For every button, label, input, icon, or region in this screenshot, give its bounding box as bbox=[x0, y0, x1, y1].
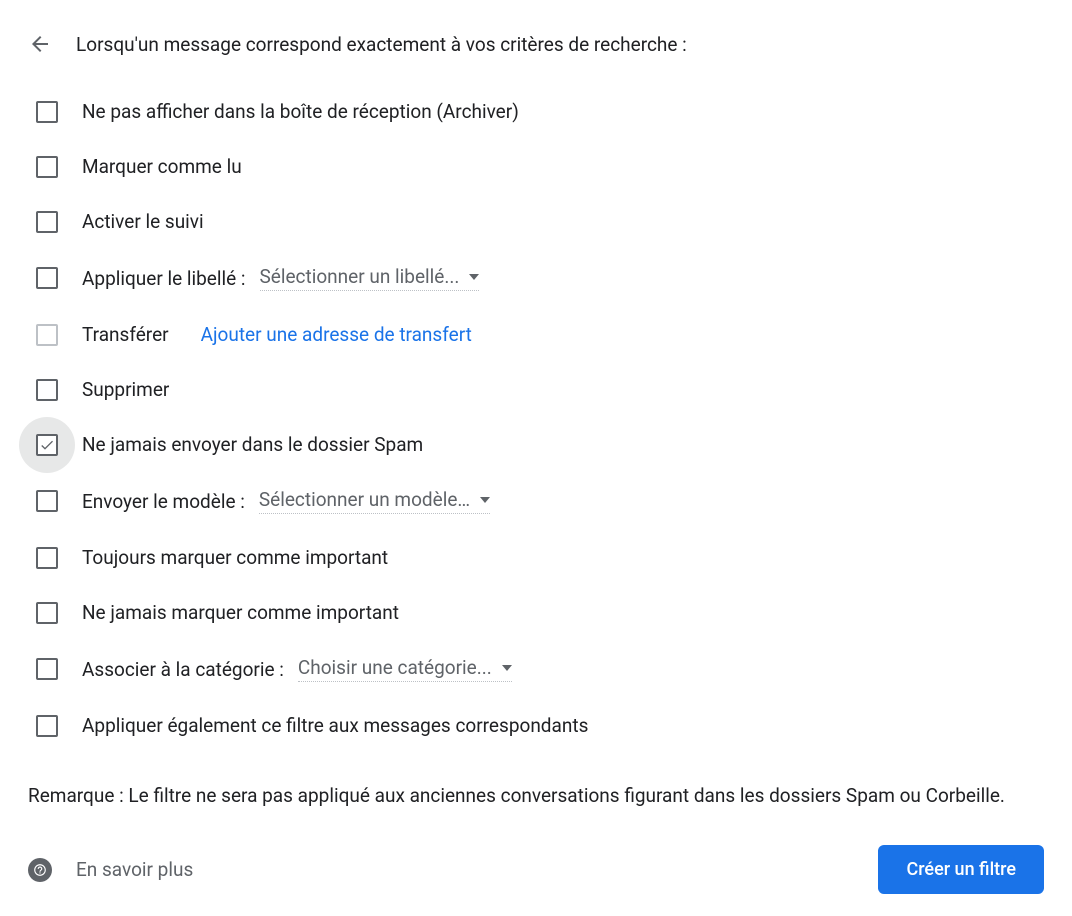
checkbox-categorize[interactable] bbox=[36, 658, 58, 680]
filter-note: Remarque : Le filtre ne sera pas appliqu… bbox=[28, 781, 1044, 811]
checkbox-never-important[interactable] bbox=[36, 602, 58, 624]
dropdown-send-template[interactable]: Sélectionner un modèle… bbox=[259, 488, 490, 514]
option-delete: Supprimer bbox=[36, 378, 1044, 401]
help-icon[interactable] bbox=[28, 858, 52, 882]
dropdown-send-template-text: Sélectionner un modèle… bbox=[259, 488, 470, 511]
dropdown-categorize-text: Choisir une catégorie... bbox=[298, 656, 492, 679]
option-archive: Ne pas afficher dans la boîte de récepti… bbox=[36, 100, 1044, 123]
checkbox-apply-matching[interactable] bbox=[36, 715, 58, 737]
check-icon bbox=[39, 437, 55, 453]
label-apply-label: Appliquer le libellé : bbox=[82, 267, 246, 290]
label-forward: Transférer bbox=[82, 323, 169, 346]
checkbox-archive[interactable] bbox=[36, 101, 58, 123]
checkbox-never-spam[interactable] bbox=[36, 434, 58, 456]
create-filter-button[interactable]: Créer un filtre bbox=[878, 845, 1044, 894]
option-star: Activer le suivi bbox=[36, 210, 1044, 233]
label-star: Activer le suivi bbox=[82, 210, 204, 233]
option-categorize: Associer à la catégorie : Choisir une ca… bbox=[36, 656, 1044, 682]
label-apply-matching: Appliquer également ce filtre aux messag… bbox=[82, 714, 588, 737]
option-send-template: Envoyer le modèle : Sélectionner un modè… bbox=[36, 488, 1044, 514]
label-send-template: Envoyer le modèle : bbox=[82, 490, 245, 513]
dialog-footer: En savoir plus Créer un filtre bbox=[28, 845, 1044, 894]
option-never-spam: Ne jamais envoyer dans le dossier Spam bbox=[36, 433, 1044, 456]
checkbox-mark-read[interactable] bbox=[36, 156, 58, 178]
label-mark-read: Marquer comme lu bbox=[82, 155, 242, 178]
option-mark-read: Marquer comme lu bbox=[36, 155, 1044, 178]
dropdown-apply-label-text: Sélectionner un libellé... bbox=[260, 265, 460, 288]
option-always-important: Toujours marquer comme important bbox=[36, 546, 1044, 569]
dialog-title: Lorsqu'un message correspond exactement … bbox=[76, 33, 687, 56]
question-mark-icon bbox=[33, 863, 47, 877]
learn-more-link[interactable]: En savoir plus bbox=[76, 858, 193, 881]
link-add-forward-address[interactable]: Ajouter une adresse de transfert bbox=[201, 323, 472, 346]
checkbox-apply-label[interactable] bbox=[36, 267, 58, 289]
label-never-spam: Ne jamais envoyer dans le dossier Spam bbox=[82, 433, 423, 456]
dropdown-arrow-icon bbox=[502, 665, 512, 671]
back-arrow-icon[interactable] bbox=[28, 32, 52, 56]
checkbox-forward[interactable] bbox=[36, 324, 58, 346]
dropdown-arrow-icon bbox=[469, 274, 479, 280]
label-never-important: Ne jamais marquer comme important bbox=[82, 601, 399, 624]
option-forward: Transférer Ajouter une adresse de transf… bbox=[36, 323, 1044, 346]
checkbox-send-template[interactable] bbox=[36, 490, 58, 512]
label-delete: Supprimer bbox=[82, 378, 169, 401]
option-apply-matching: Appliquer également ce filtre aux messag… bbox=[36, 714, 1044, 737]
checkbox-delete[interactable] bbox=[36, 379, 58, 401]
dropdown-categorize[interactable]: Choisir une catégorie... bbox=[298, 656, 512, 682]
dropdown-arrow-icon bbox=[480, 497, 490, 503]
dropdown-apply-label[interactable]: Sélectionner un libellé... bbox=[260, 265, 480, 291]
option-never-important: Ne jamais marquer comme important bbox=[36, 601, 1044, 624]
checkbox-star[interactable] bbox=[36, 211, 58, 233]
label-always-important: Toujours marquer comme important bbox=[82, 546, 388, 569]
checkbox-always-important[interactable] bbox=[36, 547, 58, 569]
label-categorize: Associer à la catégorie : bbox=[82, 658, 284, 681]
filter-options-list: Ne pas afficher dans la boîte de récepti… bbox=[36, 100, 1044, 737]
option-apply-label: Appliquer le libellé : Sélectionner un l… bbox=[36, 265, 1044, 291]
label-archive: Ne pas afficher dans la boîte de récepti… bbox=[82, 100, 519, 123]
